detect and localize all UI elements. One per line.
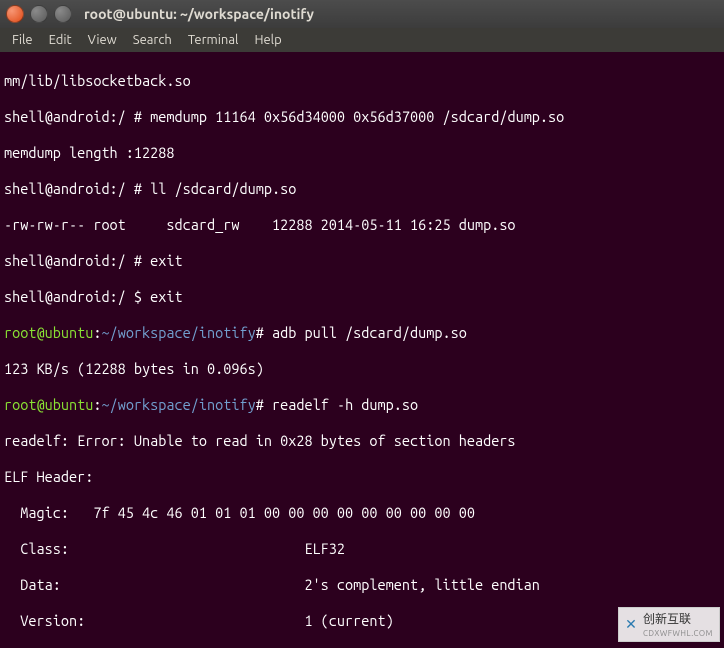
term-line: 123 KB/s (12288 bytes in 0.096s): [4, 360, 720, 378]
menu-edit[interactable]: Edit: [43, 31, 78, 49]
term-line: root@ubuntu:~/workspace/inotify# readelf…: [4, 396, 720, 414]
menu-file[interactable]: File: [6, 31, 39, 49]
window-title: root@ubuntu: ~/workspace/inotify: [84, 6, 314, 22]
watermark: ✕ 创新互联 CDXWFWHL.COM: [618, 607, 720, 642]
menu-view[interactable]: View: [82, 31, 123, 49]
term-line: Version: 1 (current): [4, 612, 720, 630]
term-line: mm/lib/libsocketback.so: [4, 72, 720, 90]
term-line: Class: ELF32: [4, 540, 720, 558]
watermark-sub: CDXWFWHL.COM: [643, 629, 713, 638]
menu-search[interactable]: Search: [127, 31, 178, 49]
menu-terminal[interactable]: Terminal: [182, 31, 245, 49]
term-line: -rw-rw-r-- root sdcard_rw 12288 2014-05-…: [4, 216, 720, 234]
term-line: readelf: Error: Unable to read in 0x28 b…: [4, 432, 720, 450]
term-line: root@ubuntu:~/workspace/inotify# adb pul…: [4, 324, 720, 342]
term-line: shell@android:/ $ exit: [4, 288, 720, 306]
terminal-window: root@ubuntu: ~/workspace/inotify File Ed…: [0, 0, 724, 648]
menubar: File Edit View Search Terminal Help: [0, 28, 724, 52]
term-line: ELF Header:: [4, 468, 720, 486]
terminal-viewport[interactable]: mm/lib/libsocketback.so shell@android:/ …: [0, 52, 724, 648]
close-icon[interactable]: [6, 5, 24, 23]
term-line: shell@android:/ # memdump 11164 0x56d340…: [4, 108, 720, 126]
term-line: shell@android:/ # ll /sdcard/dump.so: [4, 180, 720, 198]
watermark-logo-icon: ✕: [623, 617, 639, 633]
menu-help[interactable]: Help: [248, 31, 287, 49]
watermark-text: 创新互联: [643, 613, 691, 626]
minimize-icon[interactable]: [30, 5, 48, 23]
term-line: Magic: 7f 45 4c 46 01 01 01 00 00 00 00 …: [4, 504, 720, 522]
titlebar[interactable]: root@ubuntu: ~/workspace/inotify: [0, 0, 724, 28]
term-line: Data: 2's complement, little endian: [4, 576, 720, 594]
term-line: memdump length :12288: [4, 144, 720, 162]
maximize-icon[interactable]: [54, 5, 72, 23]
term-line: shell@android:/ # exit: [4, 252, 720, 270]
